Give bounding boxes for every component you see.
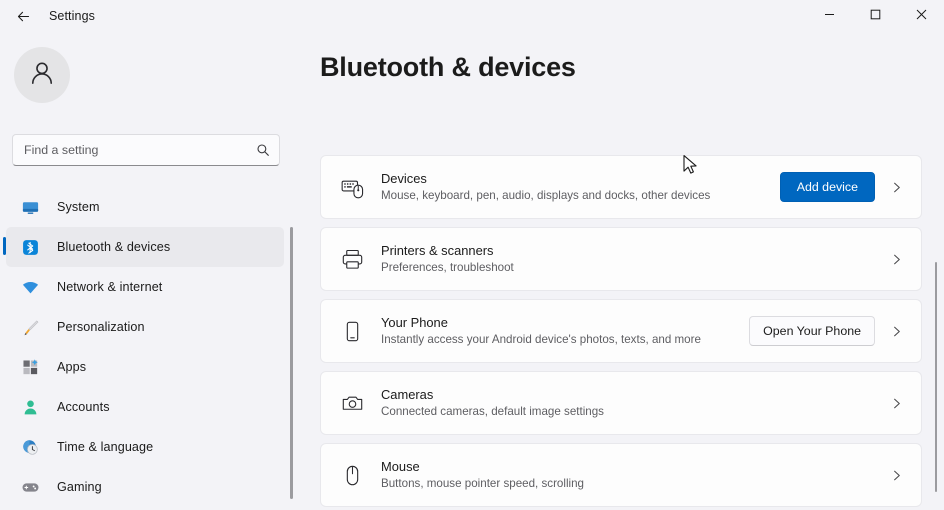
chevron-right-icon[interactable] <box>883 325 909 338</box>
chevron-right-icon[interactable] <box>883 253 909 266</box>
card-text: Cameras Connected cameras, default image… <box>381 386 883 420</box>
camera-icon <box>339 392 365 415</box>
sidebar-item-time-language[interactable]: Time & language <box>6 427 284 467</box>
card-title: Your Phone <box>381 315 448 330</box>
bluetooth-icon <box>20 237 40 257</box>
card-title: Printers & scanners <box>381 243 494 258</box>
content-scrollbar[interactable] <box>934 262 937 492</box>
sidebar-item-label: Bluetooth & devices <box>57 240 171 254</box>
card-title: Mouse <box>381 459 420 474</box>
sidebar-item-accounts[interactable]: Accounts <box>6 387 284 427</box>
card-devices[interactable]: Devices Mouse, keyboard, pen, audio, dis… <box>320 155 922 219</box>
sidebar-item-system[interactable]: System <box>6 187 284 227</box>
phone-icon <box>339 320 365 343</box>
settings-window: Settings Find a setting System Bluetooth… <box>0 0 944 510</box>
close-button[interactable] <box>898 0 944 32</box>
title-bar: Settings <box>0 0 944 32</box>
apps-grid-icon <box>20 357 40 377</box>
minimize-button[interactable] <box>806 0 852 32</box>
card-subtitle: Mouse, keyboard, pen, audio, displays an… <box>381 189 711 202</box>
card-mouse[interactable]: Mouse Buttons, mouse pointer speed, scro… <box>320 443 922 507</box>
card-subtitle: Instantly access your Android device's p… <box>381 333 701 346</box>
sidebar-item-gaming[interactable]: Gaming <box>6 467 284 507</box>
page-title: Bluetooth & devices <box>320 52 576 82</box>
card-title: Cameras <box>381 387 434 402</box>
clock-globe-icon <box>20 437 40 457</box>
card-text: Mouse Buttons, mouse pointer speed, scro… <box>381 458 883 492</box>
person-icon <box>20 397 40 417</box>
sidebar-item-bluetooth-devices[interactable]: Bluetooth & devices <box>3 227 284 267</box>
app-title: Settings <box>49 9 95 23</box>
maximize-button[interactable] <box>852 0 898 32</box>
search-icon[interactable] <box>255 142 271 158</box>
sidebar: Find a setting System Bluetooth & device… <box>0 32 300 510</box>
minimize-icon <box>824 7 835 25</box>
sidebar-item-apps[interactable]: Apps <box>6 347 284 387</box>
user-avatar-icon <box>27 58 57 93</box>
chevron-right-icon[interactable] <box>883 469 909 482</box>
card-subtitle: Connected cameras, default image setting… <box>381 405 604 418</box>
card-cameras[interactable]: Cameras Connected cameras, default image… <box>320 371 922 435</box>
back-arrow-icon <box>16 9 31 24</box>
sidebar-item-label: Accounts <box>57 400 110 414</box>
card-subtitle: Buttons, mouse pointer speed, scrolling <box>381 477 585 490</box>
avatar[interactable] <box>14 47 70 103</box>
keyboard-mouse-icon <box>339 176 365 199</box>
card-your-phone[interactable]: Your Phone Instantly access your Android… <box>320 299 922 363</box>
card-text: Your Phone Instantly access your Android… <box>381 314 749 348</box>
mouse-icon <box>339 464 365 487</box>
chevron-right-icon[interactable] <box>883 181 909 194</box>
search-input[interactable]: Find a setting <box>12 134 280 166</box>
maximize-icon <box>870 7 881 25</box>
close-icon <box>916 7 927 25</box>
search-placeholder: Find a setting <box>24 143 99 157</box>
sidebar-item-personalization[interactable]: Personalization <box>6 307 284 347</box>
printer-icon <box>339 248 365 271</box>
settings-card-list: Devices Mouse, keyboard, pen, audio, dis… <box>320 155 922 510</box>
card-text: Devices Mouse, keyboard, pen, audio, dis… <box>381 170 780 204</box>
sidebar-item-label: Gaming <box>57 480 102 494</box>
card-printers-scanners[interactable]: Printers & scanners Preferences, trouble… <box>320 227 922 291</box>
add-device-button[interactable]: Add device <box>779 172 875 202</box>
wifi-icon <box>20 277 40 297</box>
sidebar-nav: System Bluetooth & devices Network & int… <box>0 187 292 507</box>
sidebar-item-label: System <box>57 200 100 214</box>
card-subtitle: Preferences, troubleshoot <box>381 261 514 274</box>
card-text: Printers & scanners Preferences, trouble… <box>381 242 883 276</box>
chevron-right-icon[interactable] <box>883 397 909 410</box>
paintbrush-icon <box>20 317 40 337</box>
sidebar-scrollbar[interactable] <box>290 227 293 499</box>
sidebar-item-label: Personalization <box>57 320 145 334</box>
back-button[interactable] <box>6 1 40 31</box>
system-monitor-icon <box>20 197 40 217</box>
gamepad-icon <box>20 477 40 497</box>
main-content: Bluetooth & devices Devices Mouse, keybo… <box>300 32 944 510</box>
card-title: Devices <box>381 171 427 186</box>
open-your-phone-button[interactable]: Open Your Phone <box>749 316 875 346</box>
sidebar-item-network-internet[interactable]: Network & internet <box>6 267 284 307</box>
sidebar-item-label: Time & language <box>57 440 154 454</box>
sidebar-item-label: Apps <box>57 360 87 374</box>
window-controls <box>806 0 944 32</box>
sidebar-item-label: Network & internet <box>57 280 163 294</box>
